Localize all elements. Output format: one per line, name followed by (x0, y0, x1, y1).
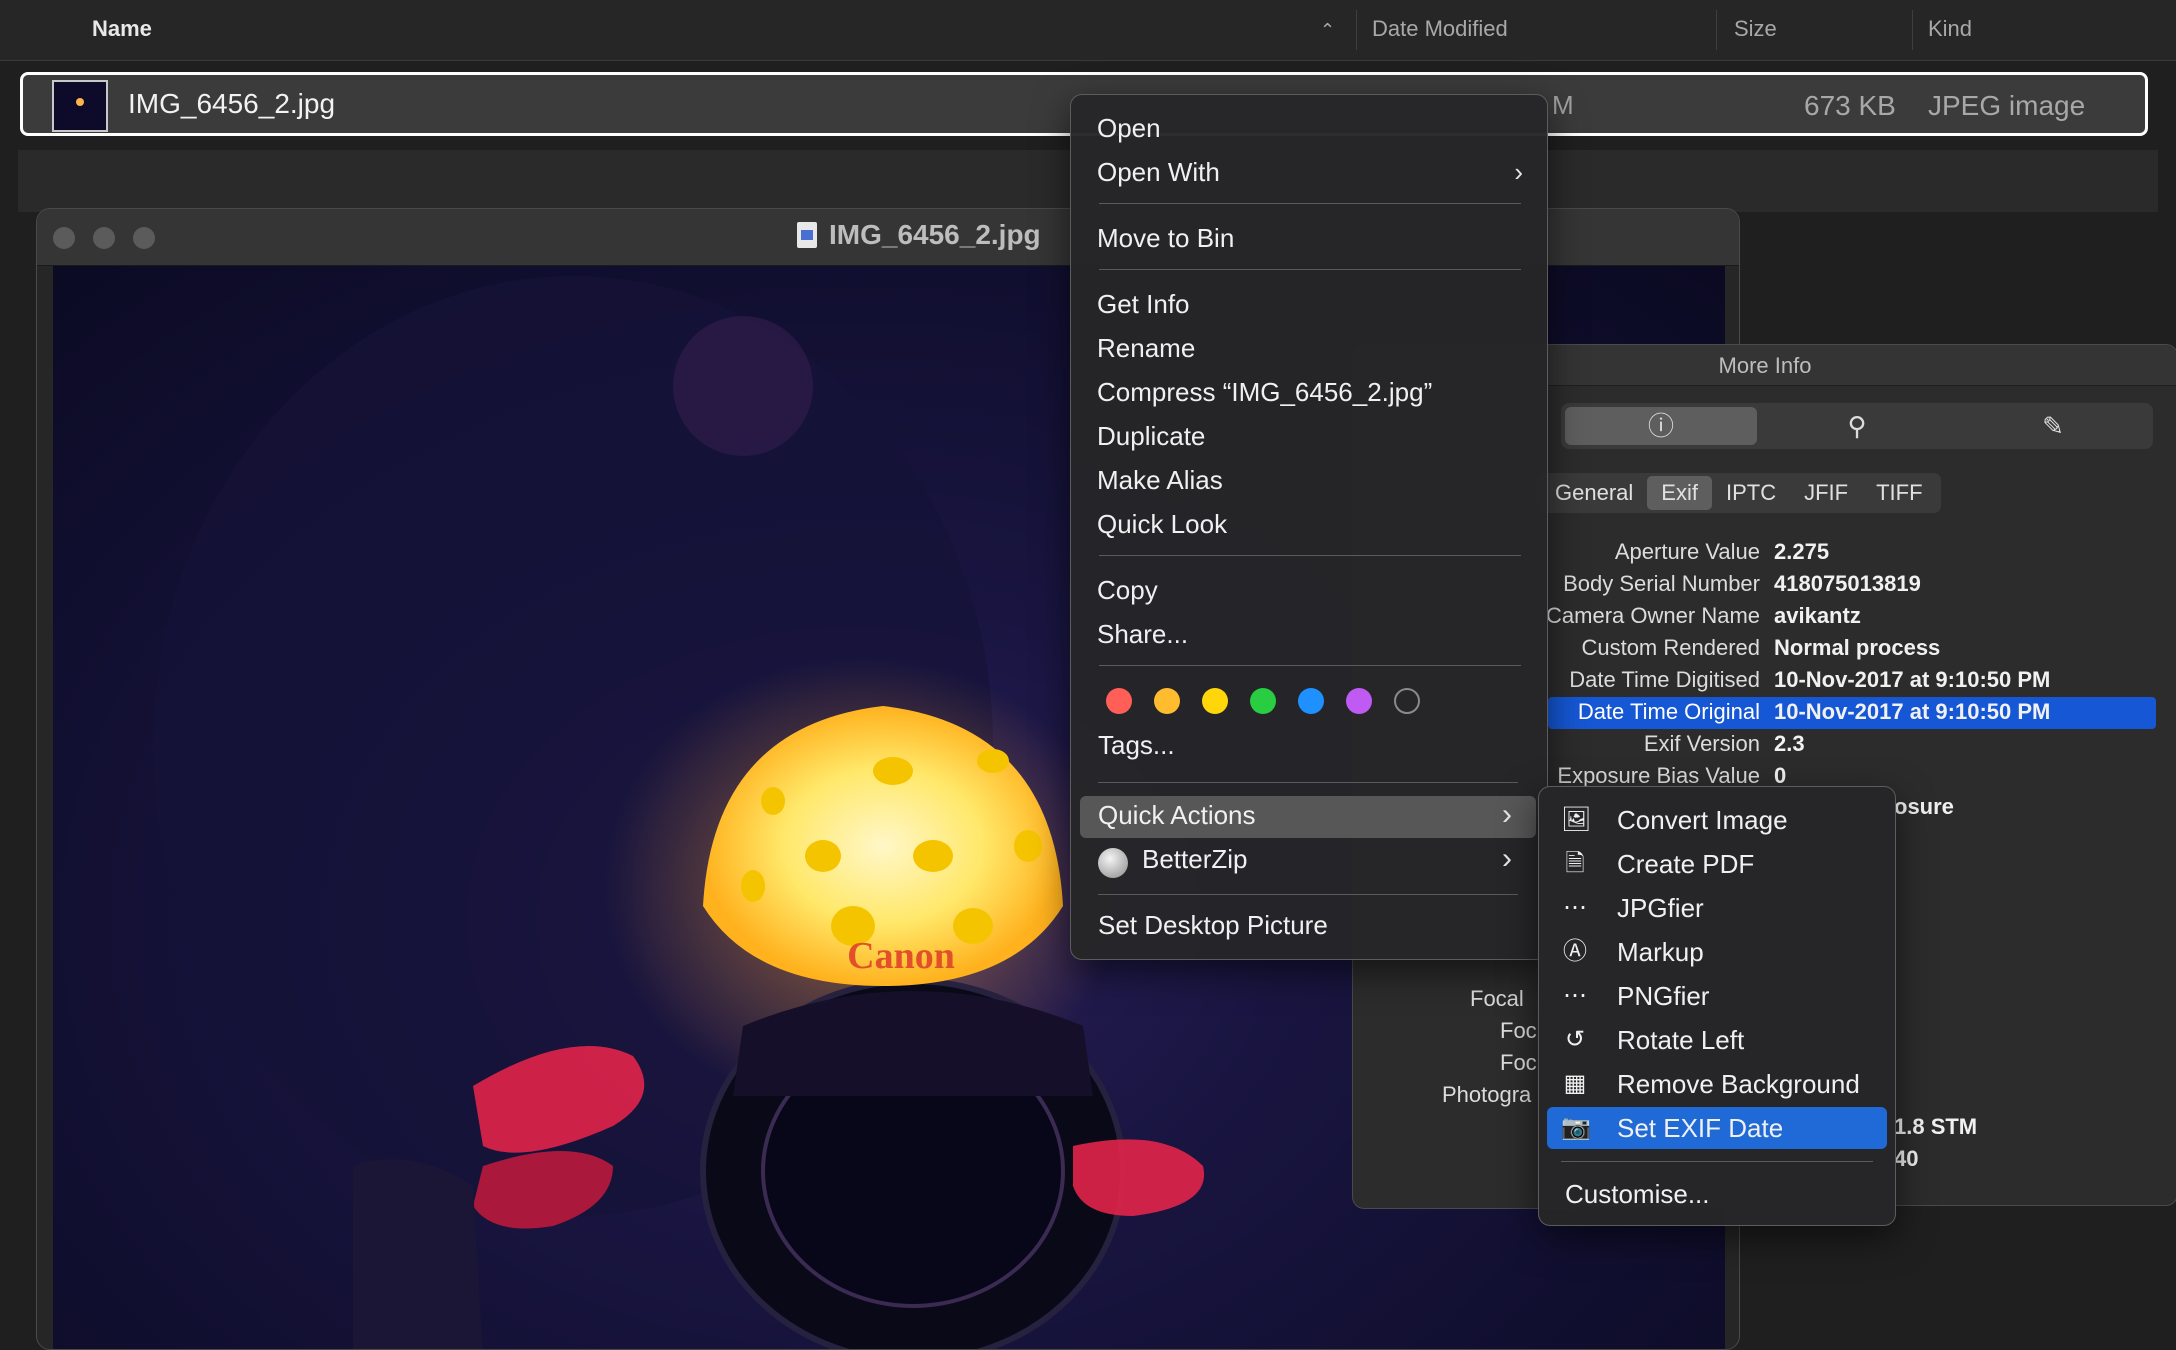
ellipsis-circle-icon: ⋯ (1563, 894, 1587, 921)
file-date-partial: M (1552, 90, 1574, 120)
minimize-window-button[interactable] (93, 227, 115, 249)
qa-label: Create PDF (1617, 849, 1755, 879)
inspector-tabs: General Exif IPTC JFIF TIFF (1537, 473, 1941, 513)
image-document-icon (797, 222, 817, 248)
exif-value-partial: osure (1894, 794, 1954, 819)
tag-purple-icon[interactable] (1346, 688, 1372, 714)
ellipsis-circle-icon: ⋯ (1563, 982, 1587, 1009)
column-kind-header[interactable]: Kind (1928, 16, 1972, 42)
convert-image-icon: 🖼 (1561, 806, 1592, 833)
menu-get-info[interactable]: Get Info (1071, 283, 1547, 325)
remove-background-icon: ▦ (1563, 1070, 1587, 1097)
column-date-modified-header[interactable]: Date Modified (1372, 16, 1508, 42)
qa-jpgfier[interactable]: ⋯ JPGfier (1539, 887, 1895, 929)
tag-yellow-icon[interactable] (1202, 688, 1228, 714)
menu-duplicate[interactable]: Duplicate (1071, 415, 1547, 457)
tab-general[interactable]: General (1541, 476, 1647, 510)
column-name-header[interactable]: Name (92, 16, 152, 42)
tab-tiff[interactable]: TIFF (1862, 476, 1936, 510)
qa-label: PNGfier (1617, 981, 1710, 1011)
tab-iptc[interactable]: IPTC (1712, 476, 1790, 510)
qa-remove-background[interactable]: ▦ Remove Background (1539, 1063, 1895, 1105)
exif-value: 10-Nov-2017 at 9:10:50 PM (1774, 667, 2051, 692)
qa-label: Remove Background (1617, 1069, 1860, 1099)
qa-set-exif-date[interactable]: 📷 Set EXIF Date (1547, 1107, 1887, 1149)
qa-convert-image[interactable]: 🖼 Convert Image (1539, 799, 1895, 841)
info-icon[interactable]: ⓘ (1565, 407, 1757, 445)
menu-compress[interactable]: Compress “IMG_6456_2.jpg” (1071, 371, 1547, 413)
qa-markup[interactable]: Ⓐ Markup (1539, 931, 1895, 973)
menu-open-with-label: Open With (1097, 157, 1220, 187)
menu-lower-region (1072, 720, 1544, 954)
menu-open[interactable]: Open (1071, 107, 1547, 149)
menu-open-with[interactable]: Open With › (1071, 151, 1547, 193)
tag-green-icon[interactable] (1250, 688, 1276, 714)
camera-icon: 📷 (1561, 1114, 1591, 1141)
exif-key-partial: Foc (1500, 1050, 1537, 1075)
exif-key-partial: Focal (1470, 986, 1524, 1011)
rotate-left-icon: ↺ (1564, 1026, 1586, 1053)
finder-column-header: Name ⌃ Date Modified Size Kind (0, 0, 2176, 61)
qa-pngfier[interactable]: ⋯ PNGfier (1539, 975, 1895, 1017)
file-size: 673 KB (1804, 90, 1896, 121)
qa-rotate-left[interactable]: ↺ Rotate Left (1539, 1019, 1895, 1061)
exif-key-partial: Photogra (1442, 1082, 1532, 1107)
inspector-toolbar: ⓘ ⚲ ✎ (1561, 403, 2153, 449)
exif-value: 2.275 (1774, 539, 1830, 564)
chevron-right-icon: › (1514, 157, 1523, 187)
qa-create-pdf[interactable]: 🗎 Create PDF (1539, 843, 1895, 885)
column-size-header[interactable]: Size (1734, 16, 1777, 42)
close-window-button[interactable] (53, 227, 75, 249)
tag-orange-icon[interactable] (1154, 688, 1180, 714)
qa-customise[interactable]: Customise... (1539, 1173, 1895, 1215)
menu-copy[interactable]: Copy (1071, 569, 1547, 611)
preview-title-text: IMG_6456_2.jpg (829, 219, 1041, 250)
search-icon[interactable]: ⚲ (1761, 407, 1953, 445)
qa-label: Rotate Left (1617, 1025, 1745, 1055)
qa-label: Convert Image (1617, 805, 1788, 835)
exif-value-selected: 10-Nov-2017 at 9:10:50 PM (1774, 699, 2051, 724)
file-name: IMG_6456_2.jpg (128, 88, 336, 119)
exif-value: 2.3 (1774, 731, 1805, 756)
tab-exif[interactable]: Exif (1647, 476, 1712, 510)
file-kind: JPEG image (1928, 90, 2086, 121)
menu-make-alias[interactable]: Make Alias (1071, 459, 1547, 501)
exif-value: Normal process (1774, 635, 1941, 660)
document-icon: 🗎 (1565, 850, 1585, 877)
tag-blue-icon[interactable] (1298, 688, 1324, 714)
exif-key-partial: Foc (1500, 1018, 1537, 1043)
menu-share[interactable]: Share... (1071, 613, 1547, 655)
file-thumbnail-icon (52, 80, 108, 132)
photo-brand-text: Canon (847, 935, 955, 977)
quick-actions-submenu: 🖼 Convert Image 🗎 Create PDF ⋯ JPGfier Ⓐ… (1538, 786, 1896, 1226)
menu-quick-look[interactable]: Quick Look (1071, 503, 1547, 545)
qa-label: Markup (1617, 937, 1704, 967)
sort-ascending-icon[interactable]: ⌃ (1320, 20, 1335, 41)
exif-value: avikantz (1774, 603, 1861, 628)
pencil-icon[interactable]: ✎ (1957, 407, 2149, 445)
preview-title: IMG_6456_2.jpg (797, 219, 1041, 251)
qa-label: JPGfier (1617, 893, 1704, 923)
exif-value-partial: 1.8 STM (1894, 1114, 1978, 1139)
tag-none-icon[interactable] (1394, 688, 1420, 714)
zoom-window-button[interactable] (133, 227, 155, 249)
markup-icon: Ⓐ (1563, 938, 1587, 965)
tag-red-icon[interactable] (1106, 688, 1132, 714)
menu-move-to-bin[interactable]: Move to Bin (1071, 217, 1547, 259)
exif-value-partial: 40 (1894, 1146, 1919, 1171)
qa-label: Set EXIF Date (1617, 1113, 1784, 1143)
tab-jfif[interactable]: JFIF (1790, 476, 1862, 510)
menu-rename[interactable]: Rename (1071, 327, 1547, 369)
exif-value: 418075013819 (1774, 571, 1921, 596)
